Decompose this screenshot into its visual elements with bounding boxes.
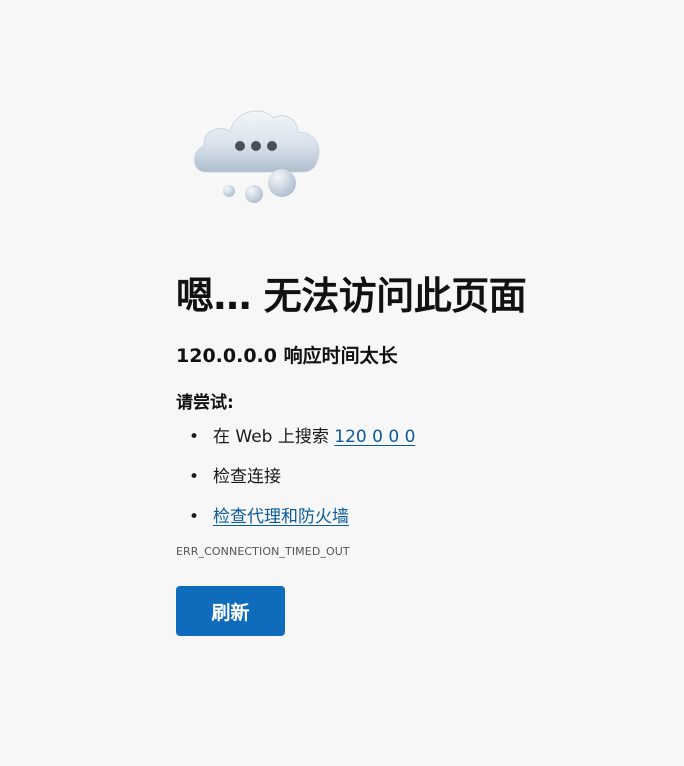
error-content: 嗯… 无法访问此页面 120.0.0.0 响应时间太长 请尝试: • 在 Web… <box>176 268 656 636</box>
suggestion-check-connection: • 检查连接 <box>176 464 656 490</box>
bullet-icon: • <box>189 507 200 527</box>
check-proxy-firewall-link[interactable]: 检查代理和防火墙 <box>213 507 349 527</box>
page-title: 嗯… 无法访问此页面 <box>176 274 527 318</box>
error-page: 嗯… 无法访问此页面 120.0.0.0 响应时间太长 请尝试: • 在 Web… <box>0 0 684 766</box>
bullet-icon: • <box>189 427 200 447</box>
suggestion-check-proxy: • 检查代理和防火墙 <box>176 504 656 530</box>
error-code: ERR_CONNECTION_TIMED_OUT <box>176 545 350 558</box>
suggestion-list: • 在 Web 上搜索 120 0 0 0 • 检查连接 • 检查代理和防火墙 <box>176 424 656 530</box>
refresh-button[interactable]: 刷新 <box>176 586 285 636</box>
cloud-icon <box>188 100 324 210</box>
suggestion-search: • 在 Web 上搜索 120 0 0 0 <box>176 424 656 450</box>
suggestion-check-connection-text: 检查连接 <box>213 467 281 487</box>
try-heading: 请尝试: <box>176 393 234 413</box>
error-subtitle: 120.0.0.0 响应时间太长 <box>176 345 398 367</box>
search-web-link[interactable]: 120 0 0 0 <box>334 427 415 447</box>
suggestion-search-prefix: 在 Web 上搜索 <box>213 427 335 447</box>
bullet-icon: • <box>189 467 200 487</box>
